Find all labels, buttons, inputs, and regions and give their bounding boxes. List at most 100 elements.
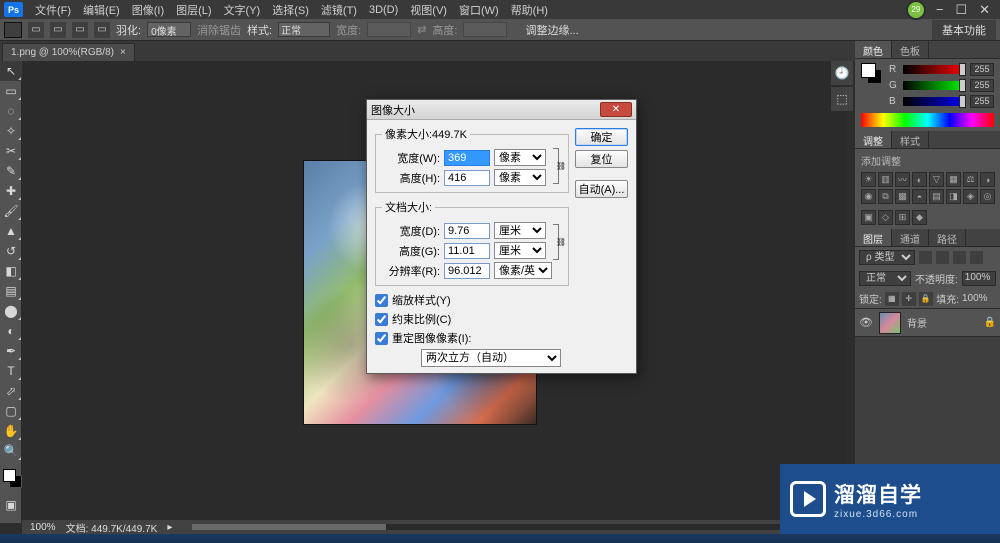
path-select-tool[interactable]: ⬀ [0,381,22,401]
ok-button[interactable]: 确定 [575,128,628,146]
doc-height-unit[interactable]: 厘米 [494,242,546,259]
tab-paths[interactable]: 路径 [929,229,966,246]
refine-edge-button[interactable]: 调整边缘... [525,22,578,38]
menu-type[interactable]: 文字(Y) [218,0,267,20]
menu-select[interactable]: 选择(S) [266,0,315,20]
blend-mode-dropdown[interactable]: 正常 [859,271,911,286]
adj-bw-icon[interactable]: ◑ [980,172,995,187]
menu-filter[interactable]: 滤镜(T) [315,0,363,20]
px-height-input[interactable] [444,170,490,186]
adj-extra1-icon[interactable]: ▣ [861,210,876,225]
filter-shape-icon[interactable] [970,251,983,264]
adj-photofilter-icon[interactable]: ◉ [861,189,876,204]
layer-name[interactable]: 背景 [907,315,978,330]
px-width-unit[interactable]: 像素 [494,149,546,166]
px-height-unit[interactable]: 像素 [494,169,546,186]
blur-tool[interactable]: ⬤ [0,301,22,321]
close-icon[interactable]: ✕ [979,2,990,18]
dialog-titlebar[interactable]: 图像大小 ✕ [367,100,636,120]
link-icon[interactable] [552,147,562,185]
color-swatches[interactable] [0,467,21,495]
adj-extra4-icon[interactable]: ◆ [912,210,927,225]
selection-intersect-icon[interactable]: ▭ [94,22,110,38]
visibility-icon[interactable]: 👁 [859,316,873,329]
tab-styles[interactable]: 样式 [892,131,929,148]
document-info[interactable]: 文档: 449.7K/449.7K [66,520,158,535]
adj-colorbalance-icon[interactable]: ⚖ [963,172,978,187]
close-tab-icon[interactable]: × [120,47,126,58]
eraser-tool[interactable]: ◧ [0,261,22,281]
fill-field[interactable]: 100% [962,293,996,304]
spectrum-bar[interactable] [861,113,994,127]
workspace-switcher[interactable]: 基本功能 [932,20,996,40]
lock-all-icon[interactable]: 🔒 [919,292,933,306]
crop-tool[interactable]: ✂ [0,141,22,161]
menu-image[interactable]: 图像(I) [126,0,170,20]
selection-add-icon[interactable]: ▭ [50,22,66,38]
tab-channels[interactable]: 通道 [892,229,929,246]
zoom-tool[interactable]: 🔍 [0,441,22,461]
tab-layers[interactable]: 图层 [855,229,892,246]
r-slider[interactable] [903,65,966,74]
document-tab[interactable]: 1.png @ 100%(RGB/8) × [2,43,135,61]
healing-brush-tool[interactable]: ✚ [0,181,22,201]
adj-posterize-icon[interactable]: ▤ [929,189,944,204]
style-dropdown[interactable]: 正常 [278,22,330,37]
auto-button[interactable]: 自动(A)... [575,180,628,198]
hand-tool[interactable]: ✋ [0,421,22,441]
shape-tool[interactable]: ▢ [0,401,22,421]
feather-input[interactable]: 0像素 [147,22,191,37]
quick-mask-tool[interactable]: ▣ [0,495,22,515]
magic-wand-tool[interactable]: ✧ [0,121,22,141]
adj-exposure-icon[interactable]: ◐ [912,172,927,187]
cancel-button[interactable]: 复位 [575,150,628,168]
menu-3d[interactable]: 3D(D) [363,2,404,18]
b-value[interactable]: 255 [970,95,994,108]
layer-background[interactable]: 👁 背景 🔒 [855,309,1000,337]
adj-brightness-icon[interactable]: ☀ [861,172,876,187]
menu-layer[interactable]: 图层(L) [170,0,217,20]
tab-swatches[interactable]: 色板 [892,41,929,58]
layer-thumbnail[interactable] [879,312,901,334]
lock-pixels-icon[interactable]: ▦ [885,292,899,306]
constrain-checkbox[interactable] [375,313,388,326]
type-tool[interactable]: T [0,361,22,381]
b-slider[interactable] [903,97,966,106]
tab-adjust[interactable]: 调整 [855,131,892,148]
filter-type-dropdown[interactable]: ρ 类型 [859,250,915,265]
marquee-tool[interactable]: ▭ [0,81,22,101]
doc-width-unit[interactable]: 厘米 [494,222,546,239]
menu-window[interactable]: 窗口(W) [453,0,505,20]
lasso-tool[interactable]: ◌ [0,101,22,121]
selection-subtract-icon[interactable]: ▭ [72,22,88,38]
brush-tool[interactable]: 🖌 [0,201,22,221]
panel-color-swatch[interactable] [861,63,885,87]
adj-extra2-icon[interactable]: ◇ [878,210,893,225]
resample-checkbox[interactable] [375,332,388,345]
filter-adjust-icon[interactable] [936,251,949,264]
eyedropper-tool[interactable]: ✎ [0,161,22,181]
adj-colorlookup-icon[interactable]: ▩ [895,189,910,204]
adj-curves-icon[interactable]: 〰 [895,172,910,187]
adj-hue-icon[interactable]: ▦ [946,172,961,187]
zoom-level[interactable]: 100% [30,522,56,533]
filter-type-icon[interactable] [953,251,966,264]
maximize-icon[interactable]: ☐ [955,2,967,18]
update-badge[interactable]: 29 [906,0,926,20]
adj-invert-icon[interactable]: ◓ [912,189,927,204]
scale-styles-checkbox[interactable] [375,294,388,307]
menu-view[interactable]: 视图(V) [404,0,453,20]
doc-height-input[interactable] [444,243,490,259]
adj-selectivecolor-icon[interactable]: ◎ [980,189,995,204]
foreground-swatch[interactable] [3,469,16,482]
px-width-input[interactable] [444,150,490,166]
history-panel-icon[interactable]: 🕘 [831,61,853,85]
timeline-scrollbar[interactable] [192,524,839,530]
g-slider[interactable] [903,81,966,90]
pen-tool[interactable]: ✒ [0,341,22,361]
doc-width-input[interactable] [444,223,490,239]
adj-levels-icon[interactable]: ▥ [878,172,893,187]
resolution-unit[interactable]: 像素/英寸 [494,262,552,279]
menu-edit[interactable]: 编辑(E) [77,0,126,20]
menu-file[interactable]: 文件(F) [29,0,77,20]
